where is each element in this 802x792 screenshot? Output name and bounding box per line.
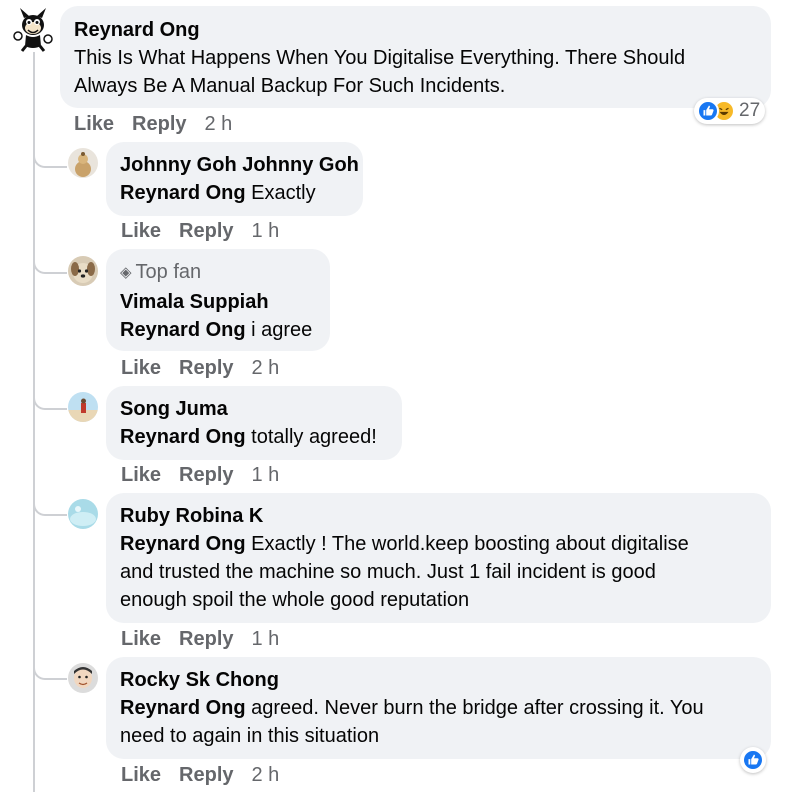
top-fan-badge: ◈ Top fan	[120, 258, 316, 288]
reply-text: agreed. Never burn the bridge after cros…	[245, 697, 704, 719]
reply-text: i agree	[245, 319, 313, 341]
comment-text: This Is What Happens When You Digitalise…	[74, 47, 686, 69]
thread-branch	[33, 152, 67, 168]
reply-text: Exactly	[245, 182, 316, 204]
like-icon	[742, 749, 764, 771]
reply-button[interactable]: Reply	[179, 357, 233, 379]
mention-link[interactable]: Reynard Ong	[120, 426, 246, 448]
thread-branch	[33, 664, 67, 680]
avatar-song-juma[interactable]	[68, 392, 98, 422]
reply-text: enough spoil the whole good reputation	[120, 589, 470, 611]
timestamp[interactable]: 2 h	[252, 357, 280, 379]
reaction-summary[interactable]: 27	[694, 98, 766, 124]
thread-branch	[33, 500, 67, 516]
reply-actions: Like Reply 1 h	[121, 627, 279, 651]
like-button[interactable]: Like	[74, 113, 114, 135]
reply-button[interactable]: Reply	[132, 113, 186, 135]
reply-actions: Like Reply 2 h	[121, 763, 279, 787]
reply-button[interactable]: Reply	[179, 220, 233, 242]
reply-text: totally agreed!	[245, 426, 377, 448]
like-button[interactable]: Like	[121, 220, 161, 242]
comment-actions: Like Reply 2 h	[74, 112, 232, 136]
reply-actions: Like Reply 1 h	[121, 219, 279, 243]
reply-bubble: ◈ Top fan Vimala Suppiah Reynard Ong i ag…	[106, 249, 330, 351]
diamond-icon: ◈	[120, 264, 132, 281]
timestamp[interactable]: 2 h	[205, 113, 233, 135]
comment-text: Always Be A Manual Backup For Such Incid…	[74, 75, 506, 97]
reply-text: need to again in this situation	[120, 725, 380, 747]
reaction-count: 27	[739, 100, 761, 121]
avatar-johnny-goh[interactable]	[68, 148, 98, 178]
reply-button[interactable]: Reply	[179, 764, 233, 786]
avatar-ruby-robina-k[interactable]	[68, 499, 98, 529]
reply-author[interactable]: Rocky Sk Chong	[120, 666, 757, 694]
comment-bubble: Reynard Ong This Is What Happens When Yo…	[60, 6, 771, 108]
reply-actions: Like Reply 2 h	[121, 356, 279, 380]
mention-link[interactable]: Reynard Ong	[120, 319, 246, 341]
avatar-rocky-sk-chong[interactable]	[68, 663, 98, 693]
reply-text: Exactly ! The world.keep boosting about …	[245, 533, 689, 555]
reply-author[interactable]: Johnny Goh Johnny Goh	[120, 151, 359, 179]
like-button[interactable]: Like	[121, 628, 161, 650]
reply-author[interactable]: Ruby Robina K	[120, 502, 757, 530]
like-icon	[697, 100, 719, 122]
comment-author[interactable]: Reynard Ong	[74, 16, 757, 44]
reply-author[interactable]: Song Juma	[120, 395, 388, 423]
like-button[interactable]: Like	[121, 357, 161, 379]
like-button[interactable]: Like	[121, 764, 161, 786]
thread-branch	[33, 258, 67, 274]
like-button[interactable]: Like	[121, 464, 161, 486]
thread-branch	[33, 394, 67, 410]
reaction-summary[interactable]	[740, 747, 766, 773]
mention-link[interactable]: Reynard Ong	[120, 697, 246, 719]
reply-actions: Like Reply 1 h	[121, 463, 279, 487]
timestamp[interactable]: 1 h	[252, 464, 280, 486]
avatar-vimala-suppiah[interactable]	[68, 256, 98, 286]
reply-bubble: Johnny Goh Johnny Goh Reynard Ong Exactl…	[106, 142, 363, 216]
reply-button[interactable]: Reply	[179, 628, 233, 650]
timestamp[interactable]: 1 h	[252, 628, 280, 650]
top-fan-label: Top fan	[135, 261, 202, 283]
reply-bubble: Rocky Sk Chong Reynard Ong agreed. Never…	[106, 657, 771, 759]
reply-bubble: Song Juma Reynard Ong totally agreed!	[106, 386, 402, 460]
reply-button[interactable]: Reply	[179, 464, 233, 486]
mention-link[interactable]: Reynard Ong	[120, 533, 246, 555]
mention-link[interactable]: Reynard Ong	[120, 182, 246, 204]
timestamp[interactable]: 2 h	[252, 764, 280, 786]
timestamp[interactable]: 1 h	[252, 220, 280, 242]
reply-author[interactable]: Vimala Suppiah	[120, 288, 316, 316]
reply-text: and trusted the machine so much. Just 1 …	[120, 561, 656, 583]
reply-bubble: Ruby Robina K Reynard Ong Exactly ! The …	[106, 493, 771, 623]
avatar-cartoon-cat[interactable]	[10, 6, 56, 52]
